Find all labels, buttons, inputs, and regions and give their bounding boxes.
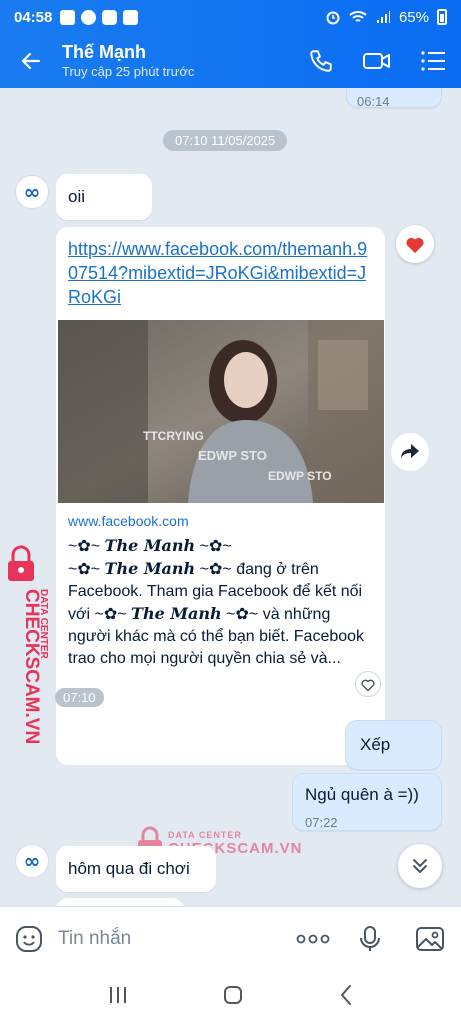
recent-apps-button[interactable] — [108, 986, 128, 1009]
preview-photo: EDWP STO TTCRYING EDWP STO — [58, 320, 384, 503]
phone-icon — [310, 50, 332, 72]
message-time: 07:22 — [305, 815, 338, 830]
message-bubble[interactable]: hôm qua đi chơi — [56, 846, 216, 892]
date-separator: 07:10 11/05/2025 — [163, 130, 288, 151]
microphone-icon — [360, 925, 380, 951]
message-time: 07:10 — [55, 688, 104, 707]
decoration-icon: ~✿~ — [199, 561, 232, 578]
svg-text:EDWP STO: EDWP STO — [268, 469, 332, 483]
decoration-icon: ~✿~ — [199, 538, 232, 555]
sticker-button[interactable] — [0, 907, 58, 971]
avatar[interactable]: ∞ — [15, 844, 49, 878]
link-preview-card[interactable]: https://www.facebook.com/themanh.907514?… — [56, 227, 385, 765]
message-text: Ngủ quên à =)) — [305, 785, 419, 804]
home-icon — [224, 985, 243, 1004]
svg-text:EDWP STO: EDWP STO — [198, 448, 267, 463]
reaction-heart-button[interactable] — [396, 225, 434, 263]
link-preview-image[interactable]: EDWP STO TTCRYING EDWP STO — [58, 320, 384, 503]
decoration-icon: ~✿~ — [68, 538, 101, 555]
video-call-button[interactable] — [349, 34, 405, 88]
link-description: ~✿~ The Manh ~✿~ ~✿~ The Manh ~✿~ đang ở… — [68, 535, 374, 670]
message-bubble[interactable]: oii — [56, 174, 152, 220]
contact-info[interactable]: Thế Mạnh Truy cập 25 phút trước — [62, 41, 293, 81]
signal-icon — [376, 11, 390, 23]
call-button[interactable] — [293, 34, 349, 88]
chevron-left-icon — [340, 984, 352, 1005]
alarm-icon — [326, 11, 340, 25]
more-button[interactable] — [285, 907, 341, 971]
watermark-label: DATA CENTER — [168, 829, 242, 840]
share-icon — [401, 444, 419, 459]
back-nav-button[interactable] — [339, 984, 353, 1011]
message-input[interactable]: Tin nhắn — [58, 928, 285, 950]
message-bubble-own[interactable]: Ngủ quên à =)) 07:22 — [292, 773, 442, 831]
scroll-to-bottom-button[interactable] — [398, 844, 442, 888]
message-bubble-previous[interactable]: 06:14 — [346, 88, 442, 109]
message-bubble-own[interactable]: Xếp — [345, 720, 442, 770]
decoration-icon: ~✿~ — [94, 606, 127, 623]
battery-percent: 65% — [398, 8, 429, 26]
home-button[interactable] — [223, 985, 243, 1010]
decoration-icon: ~✿~ — [68, 561, 101, 578]
menu-button[interactable] — [405, 34, 461, 88]
wifi-icon — [349, 11, 367, 22]
emoji-icon — [16, 925, 42, 952]
video-camera-icon — [363, 53, 390, 69]
message-text: Xếp — [360, 735, 391, 754]
status-time: 04:58 — [14, 8, 53, 26]
svg-text:TTCRYING: TTCRYING — [143, 429, 204, 443]
contact-name: Thế Mạnh — [62, 42, 146, 62]
watermark-label: DATA CENTER — [38, 589, 49, 660]
notification-icon — [81, 9, 97, 25]
check-icon — [123, 9, 139, 25]
message-composer: Tin nhắn — [0, 906, 461, 970]
heart-outline-icon — [361, 679, 375, 692]
message-list[interactable]: 06:14 07:10 11/05/2025 ∞ oii https://www… — [0, 88, 461, 906]
message-link[interactable]: https://www.facebook.com/themanh.907514?… — [68, 237, 368, 309]
meta-logo-icon: ∞ — [23, 180, 41, 204]
message-text: hôm qua đi chơi — [68, 859, 190, 878]
profile-name: The Manh — [131, 604, 222, 623]
notification-icon — [60, 9, 76, 25]
meta-logo-icon: ∞ — [23, 849, 41, 873]
chat-header: Thế Mạnh Truy cập 25 phút trước — [0, 34, 461, 88]
recent-apps-icon — [109, 986, 126, 1003]
share-button[interactable] — [391, 433, 429, 471]
voice-button[interactable] — [341, 907, 399, 971]
contact-status: Truy cập 25 phút trước — [62, 64, 195, 79]
message-time: 06:14 — [357, 94, 390, 109]
back-button[interactable] — [0, 34, 62, 88]
list-icon — [421, 51, 445, 71]
react-button[interactable] — [355, 671, 381, 697]
profile-name: The Manh — [104, 559, 196, 578]
status-bar: 04:58 65% — [0, 0, 461, 34]
system-nav-bar — [0, 970, 461, 1024]
battery-icon — [437, 9, 447, 25]
watermark-logo: CHECKSCAM.VN DATA CENTER — [2, 543, 52, 744]
arrow-left-icon — [21, 52, 41, 70]
notification-icon — [102, 9, 118, 25]
more-dots-icon — [296, 934, 330, 943]
message-bubble-partial[interactable] — [56, 898, 184, 906]
double-chevron-down-icon — [413, 859, 427, 873]
profile-name: The Manh — [104, 536, 196, 555]
image-icon — [416, 926, 444, 951]
message-text: oii — [68, 187, 86, 206]
link-domain: www.facebook.com — [68, 513, 189, 529]
gallery-button[interactable] — [399, 907, 461, 971]
avatar[interactable]: ∞ — [15, 175, 49, 209]
decoration-icon: ~✿~ — [226, 606, 259, 623]
heart-icon — [406, 237, 424, 254]
